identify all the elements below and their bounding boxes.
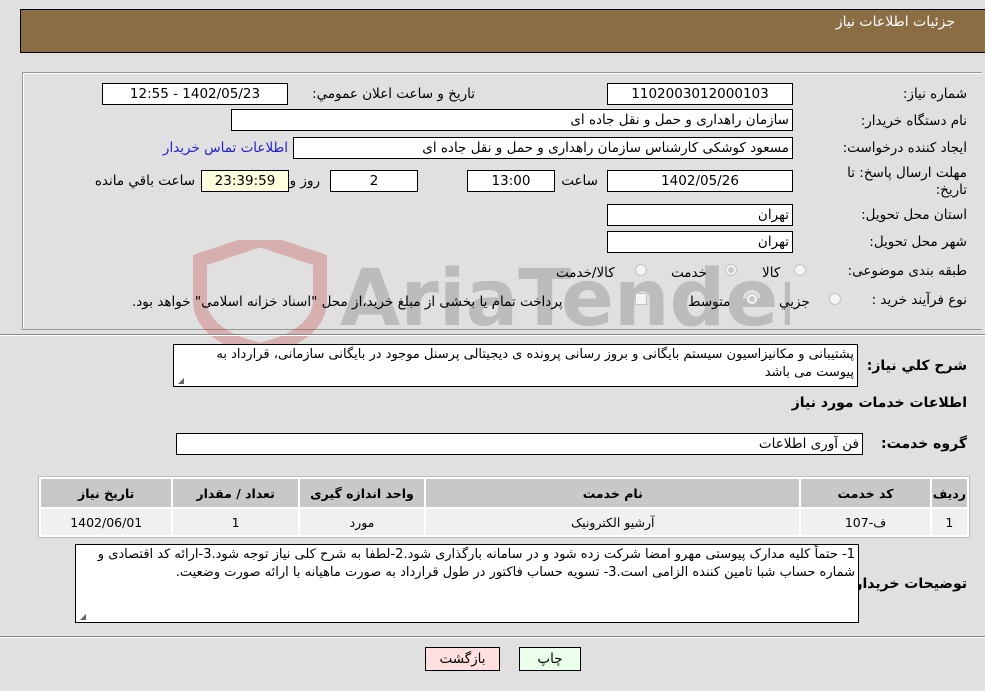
deadline-date-field: 1402/05/26 bbox=[607, 170, 793, 192]
col-qty: تعداد / مقدار bbox=[173, 479, 298, 507]
process-minor-label: جزيي bbox=[779, 294, 810, 310]
remaining-label: ساعت باقي مانده bbox=[94, 173, 195, 189]
description-text: پشتیبانی و مکانیزاسیون سیستم بایگانی و ب… bbox=[216, 347, 854, 380]
buyer-org-label: نام دستگاه خريدار: bbox=[860, 113, 967, 129]
process-label: نوع فرآیند خرید : bbox=[871, 292, 967, 308]
city-label: شهر محل تحویل: bbox=[869, 234, 967, 250]
city-field: تهران bbox=[607, 231, 793, 253]
divider bbox=[0, 636, 985, 638]
table-row: 1 ف-107 آرشیو الکترونیک مورد 1 1402/06/0… bbox=[41, 509, 967, 535]
col-name: نام خدمت bbox=[426, 479, 800, 507]
buyer-notes-label: توضیحات خریدار: bbox=[848, 576, 967, 592]
need-number-field: 1102003012000103 bbox=[607, 83, 793, 105]
cell-unit: مورد bbox=[299, 509, 425, 535]
treasury-checkbox[interactable] bbox=[635, 293, 647, 305]
col-code: کد خدمت bbox=[801, 479, 930, 507]
services-table: ردیف کد خدمت نام خدمت واحد اندازه گیری ت… bbox=[38, 476, 970, 538]
buyer-notes-textarea[interactable]: 1- حتماً کلیه مدارک پیوستی مهرو امضا شرک… bbox=[75, 544, 859, 623]
print-button[interactable]: چاپ bbox=[519, 647, 581, 671]
divider bbox=[0, 334, 985, 336]
time-label: ساعت bbox=[561, 173, 598, 189]
province-label: استان محل تحویل: bbox=[861, 207, 967, 223]
process-medium-radio[interactable] bbox=[746, 293, 758, 305]
category-goods-service-radio[interactable] bbox=[635, 264, 647, 276]
table-header-row: ردیف کد خدمت نام خدمت واحد اندازه گیری ت… bbox=[41, 479, 967, 507]
province-field: تهران bbox=[607, 204, 793, 226]
services-section-title: اطلاعات خدمات مورد نیاز bbox=[791, 395, 967, 411]
cell-name: آرشیو الکترونیک bbox=[426, 509, 800, 535]
service-group-label: گروه خدمت: bbox=[881, 436, 967, 452]
days-field: 2 bbox=[330, 170, 418, 192]
announce-field: 1402/05/23 - 12:55 bbox=[102, 83, 288, 105]
col-unit: واحد اندازه گیری bbox=[299, 479, 425, 507]
treasury-note: پرداخت تمام یا بخشی از مبلغ خرید،از محل … bbox=[132, 294, 563, 310]
col-date: تاریخ نیاز bbox=[41, 479, 172, 507]
back-button[interactable]: بازگشت bbox=[425, 647, 500, 671]
deadline-time-field: 13:00 bbox=[467, 170, 555, 192]
resize-handle-icon[interactable]: ◢ bbox=[176, 377, 184, 385]
description-textarea[interactable]: پشتیبانی و مکانیزاسیون سیستم بایگانی و ب… bbox=[173, 344, 858, 387]
category-goods-label: کالا bbox=[762, 265, 781, 281]
announce-label: تاریخ و ساعت اعلان عمومي: bbox=[312, 86, 475, 102]
service-group-field: فن آوری اطلاعات bbox=[176, 433, 863, 455]
category-service-radio[interactable] bbox=[725, 264, 737, 276]
resize-handle-icon[interactable]: ◢ bbox=[78, 613, 86, 621]
category-goods-service-label: کالا/خدمت bbox=[556, 265, 615, 281]
category-service-label: خدمت bbox=[671, 265, 707, 281]
buyer-org-field: سازمان راهداری و حمل و نقل جاده ای bbox=[231, 109, 793, 131]
process-minor-radio[interactable] bbox=[829, 293, 841, 305]
cell-date: 1402/06/01 bbox=[41, 509, 172, 535]
category-goods-radio[interactable] bbox=[794, 264, 806, 276]
creator-field: مسعود کوشکی کارشناس سازمان راهداری و حمل… bbox=[293, 137, 793, 159]
cell-code: ف-107 bbox=[801, 509, 930, 535]
col-row: ردیف bbox=[931, 479, 967, 507]
process-medium-label: متوسط bbox=[688, 294, 731, 310]
buyer-contact-link[interactable]: اطلاعات تماس خریدار bbox=[163, 140, 288, 156]
buyer-notes-text: 1- حتماً کلیه مدارک پیوستی مهرو امضا شرک… bbox=[97, 547, 855, 580]
deadline-label: مهلت ارسال پاسخ: تا bbox=[847, 165, 967, 181]
creator-label: ایجاد کننده درخواست: bbox=[842, 140, 967, 156]
days-label: روز و bbox=[289, 173, 320, 189]
description-label: شرح کلي نياز: bbox=[866, 358, 967, 374]
cell-row: 1 bbox=[931, 509, 967, 535]
cell-qty: 1 bbox=[173, 509, 298, 535]
need-number-label: شماره نیاز: bbox=[902, 86, 967, 102]
deadline-label-2: تاریخ: bbox=[935, 182, 967, 198]
category-label: طبقه بندی موضوعی: bbox=[847, 263, 967, 279]
remaining-time-field: 23:39:59 bbox=[201, 170, 289, 192]
page-title: جزئیات اطلاعات نیاز bbox=[835, 14, 955, 30]
